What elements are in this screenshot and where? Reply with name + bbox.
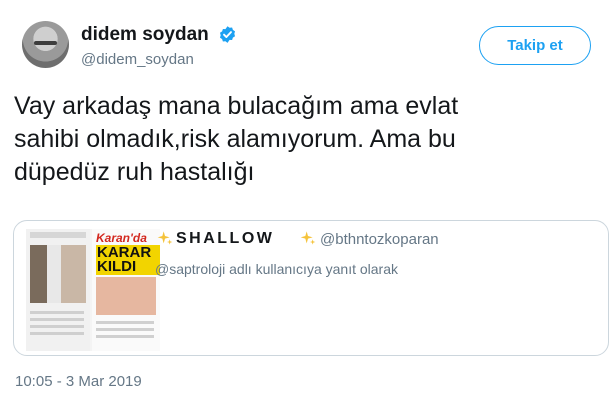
thumbnail-photo <box>96 277 156 315</box>
thumbnail-text-line <box>96 328 154 331</box>
thumbnail-right-page: Karan'da KARAR KILDI <box>92 229 160 351</box>
quoted-display-name[interactable]: SHALLOW <box>176 230 274 248</box>
reply-context[interactable]: @saptroloji adlı kullanıcıya yanıt olara… <box>155 261 398 277</box>
verified-badge-icon <box>219 26 236 43</box>
user-handle[interactable]: @didem_soydan <box>81 51 194 68</box>
thumbnail-text-line <box>30 311 84 314</box>
tweet-text: Vay arkadaş mana bulacağım ama evlat sah… <box>14 92 459 186</box>
thumbnail-text-line <box>96 335 154 338</box>
thumbnail-photo <box>30 245 86 303</box>
thumbnail-brand: Karan'da <box>96 231 147 245</box>
thumbnail-text-line <box>30 318 84 321</box>
thumbnail-text-line <box>30 325 84 328</box>
sparkle-icon <box>157 231 173 245</box>
avatar[interactable] <box>22 21 69 68</box>
thumbnail-text-line <box>30 332 84 335</box>
thumbnail-header-bar <box>30 232 86 238</box>
thumbnail-headline: KARAR KILDI <box>96 245 160 275</box>
quoted-tweet-thumbnail[interactable]: Karan'da KARAR KILDI <box>26 229 160 351</box>
sparkle-icon <box>300 231 316 245</box>
thumbnail-text-line <box>96 321 154 324</box>
thumbnail-left-page <box>26 229 90 351</box>
quoted-handle[interactable]: @bthntozkoparan <box>320 231 439 248</box>
display-name[interactable]: didem soydan <box>81 24 209 46</box>
follow-button[interactable]: Takip et <box>479 26 591 65</box>
tweet-timestamp[interactable]: 10:05 - 3 Mar 2019 <box>15 373 142 390</box>
quoted-tweet-card[interactable]: Karan'da KARAR KILDI SHALLOW @bthntozkop… <box>13 220 609 356</box>
